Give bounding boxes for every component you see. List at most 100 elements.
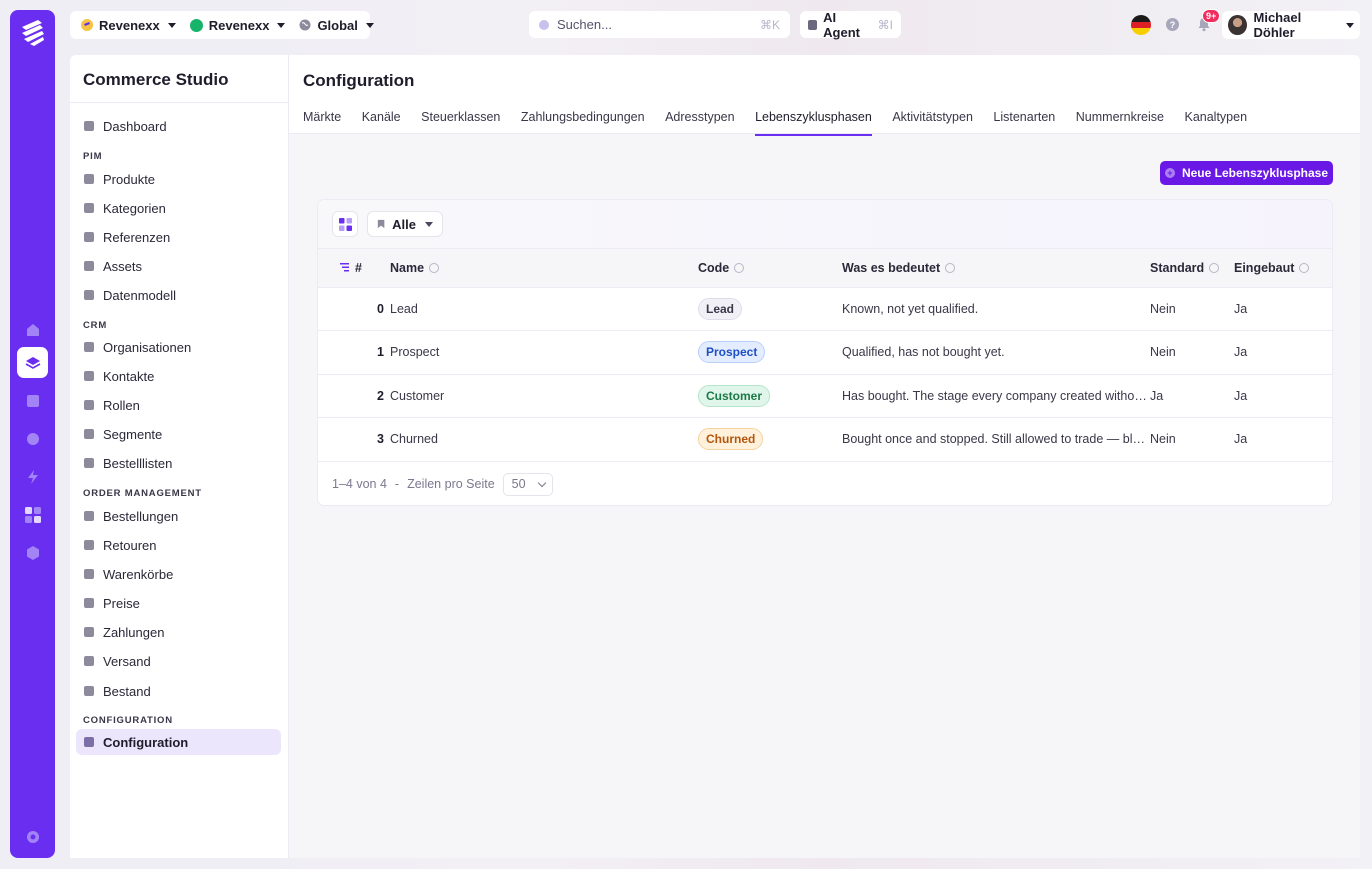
chevron-down-icon [1346,22,1354,28]
robot-icon [808,19,818,30]
tab-listenarten[interactable]: Listenarten [993,110,1055,134]
tab-lebenszyklusphasen[interactable]: Lebenszyklusphasen [755,110,872,136]
sidebar-item-assets[interactable]: Assets [76,253,281,279]
lifecycle-table-card: Alle # Name Code Was es bedeutet Standar… [317,199,1333,506]
pagination: 1–4 von 4 - Zeilen pro Seite 50 [318,462,1332,506]
tab-nummernkreise[interactable]: Nummernkreise [1076,110,1164,134]
sidebar-item-segmente[interactable]: Segmente [76,421,281,447]
tab-kanaele[interactable]: Kanäle [362,110,401,134]
sidebar-item-retouren[interactable]: Retouren [76,532,281,558]
sidebar-item-warenkoerbe[interactable]: Warenkörbe [76,561,281,587]
sidebar-section-configuration: CONFIGURATION [83,715,173,726]
search-input[interactable]: Suchen... ⌘K [529,11,790,38]
divider [70,102,289,103]
row-meaning: Qualified, has not bought yet. [842,330,1150,375]
column-header-meaning[interactable]: Was es bedeutet [842,249,1150,288]
region-selector[interactable]: Global [294,14,378,36]
sidebar-item-produkte[interactable]: Produkte [76,166,281,192]
tab-kanaltypen[interactable]: Kanaltypen [1184,110,1247,134]
box-icon [84,174,94,184]
column-header-index[interactable]: # [318,249,390,288]
table-row[interactable]: 2 Customer Customer Has bought. The stag… [318,374,1332,418]
chart-icon[interactable] [17,385,48,416]
column-label: # [355,260,362,275]
apps-icon[interactable] [17,499,48,530]
home-icon[interactable] [17,314,48,345]
avatar [1228,15,1247,35]
tab-zahlungsbedingungen[interactable]: Zahlungsbedingungen [521,110,645,134]
bolt-icon[interactable] [17,461,48,492]
view-toggle-button[interactable] [332,211,358,237]
row-builtin: Ja [1234,417,1332,462]
brand-logo-icon[interactable] [18,18,47,48]
column-header-name[interactable]: Name [390,249,698,288]
credit-card-icon [84,627,94,637]
sidebar-item-label: Preise [103,595,140,611]
sidebar-item-dashboard[interactable]: Dashboard [76,113,281,139]
row-code-cell: Prospect [698,330,842,375]
german-flag-icon[interactable] [1131,15,1151,35]
green-dot-icon [189,18,203,32]
rows-per-page-select[interactable]: 50 [502,472,553,496]
sidebar-item-configuration[interactable]: Configuration [76,729,281,755]
column-header-code[interactable]: Code [698,249,842,288]
sidebar-item-datenmodell[interactable]: Datenmodell [76,282,281,308]
sidebar-item-rollen[interactable]: Rollen [76,392,281,418]
tab-maerkte[interactable]: Märkte [303,110,341,134]
brand-mini-icon [81,19,93,31]
sidebar-item-label: Versand [103,653,151,669]
sidebar-section-crm: CRM [83,320,108,331]
cube-icon[interactable] [17,537,48,568]
tab-aktivitaetstypen[interactable]: Aktivitätstypen [892,110,973,134]
row-standard: Nein [1150,330,1234,375]
tenant-selector[interactable]: Revenexx [76,14,181,36]
rows-per-page-label: Zeilen pro Seite [407,477,495,491]
plus-icon: + [1164,168,1175,178]
box-icon [84,203,94,213]
row-index: 3 [318,417,390,462]
layers-icon[interactable] [17,347,48,378]
sidebar-item-label: Produkte [103,171,156,187]
sidebar-item-zahlungen[interactable]: Zahlungen [76,619,281,645]
tab-steuerklassen[interactable]: Steuerklassen [421,110,500,134]
filter-label: Alle [392,216,416,232]
column-header-builtin[interactable]: Eingebaut [1234,249,1332,288]
sidebar-item-label: Retouren [103,537,157,553]
store-label: Revenexx [208,17,270,33]
user-menu[interactable]: Michael Döhler [1222,10,1360,40]
column-header-standard[interactable]: Standard [1150,249,1234,288]
sidebar-item-kategorien[interactable]: Kategorien [76,195,281,221]
sidebar-item-referenzen[interactable]: Referenzen [76,224,281,250]
row-name: Lead [390,287,698,331]
sidebar-item-label: Kategorien [103,200,166,216]
store-selector[interactable]: Revenexx [185,14,291,36]
sidebar-item-kontakte[interactable]: Kontakte [76,363,281,389]
table-row[interactable]: 0 Lead Lead Known, not yet qualified. Ne… [318,287,1332,331]
sidebar-item-label: Zahlungen [103,624,165,640]
row-index: 2 [318,374,390,418]
contact-icon [84,371,94,381]
sidebar-item-versand[interactable]: Versand [76,648,281,674]
sidebar-item-organisationen[interactable]: Organisationen [76,334,281,360]
table-row[interactable]: 3 Churned Churned Bought once and stoppe… [318,417,1332,462]
settings-gear-icon[interactable] [17,821,48,852]
sort-icon[interactable] [340,262,350,272]
row-standard: Nein [1150,417,1234,462]
sidebar-item-preise[interactable]: Preise [76,590,281,616]
row-meaning: Has bought. The stage every company crea… [842,374,1150,418]
ai-agent-button[interactable]: AI Agent ⌘I [800,10,901,40]
help-icon[interactable]: ? [1166,18,1179,31]
pagination-range: 1–4 von 4 [332,477,387,491]
tab-adresstypen[interactable]: Adresstypen [665,110,734,134]
notification-badge: 9+ [1202,9,1221,23]
sidebar-item-bestellungen[interactable]: Bestellungen [76,503,281,529]
sidebar-item-bestand[interactable]: Bestand [76,678,281,704]
new-lifecycle-phase-button[interactable]: + Neue Lebenszyklusphase [1160,161,1333,185]
row-code-cell: Lead [698,287,842,331]
gear-icon [84,737,94,747]
filter-dropdown[interactable]: Alle [367,211,443,237]
tenant-label: Revenexx [99,17,160,33]
pin-icon[interactable] [17,423,48,454]
table-row[interactable]: 1 Prospect Prospect Qualified, has not b… [318,330,1332,375]
sidebar-item-bestelllisten[interactable]: Bestelllisten [76,450,281,476]
